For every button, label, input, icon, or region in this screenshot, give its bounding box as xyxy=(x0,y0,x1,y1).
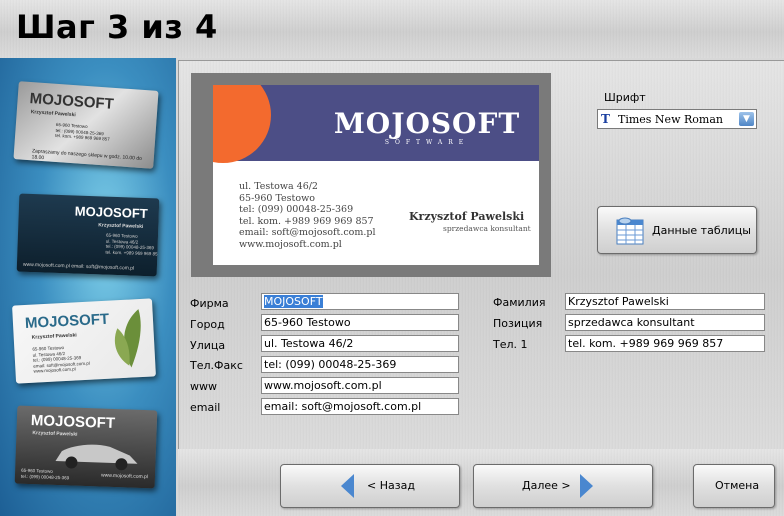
template-thumbnail-3[interactable]: MOJOSOFT Krzysztof Pawelski 65-960 Testo… xyxy=(12,298,156,384)
arrow-left-icon xyxy=(341,474,354,498)
table-data-label: Данные таблицы xyxy=(652,224,751,237)
thumb-name: Krzysztof Pawelski xyxy=(31,332,77,341)
font-select-value: Times New Roman xyxy=(618,113,723,126)
back-button-label: < Назад xyxy=(367,479,415,492)
thumb-footer: www.mojosoft.com.pl xyxy=(100,472,149,481)
card-address-line: 65-960 Testowo xyxy=(239,192,315,204)
card-address-line: ul. Testowa 46/2 xyxy=(239,181,318,192)
back-button[interactable]: < Назад xyxy=(280,464,460,508)
template-thumbnail-2[interactable]: MOJOSOFT Krzysztof Pawelski 65-960 Testo… xyxy=(16,193,160,277)
chevron-down-icon[interactable]: ▼ xyxy=(739,112,754,126)
card-logo-subtitle: SOFTWARE xyxy=(384,139,470,146)
thumb-logo: MOJOSOFT xyxy=(30,412,116,432)
thumb-lines: 65-960 Testowo tel.: (099) 00048-25-369 … xyxy=(55,121,110,142)
phone-fax-field[interactable]: tel: (099) 00048-25-369 xyxy=(261,356,459,373)
phone-1-field[interactable]: tel. kom. +989 969 969 857 xyxy=(565,335,765,352)
main-panel: MOJOSOFT SOFTWARE ul. Testowa 46/2 65-96… xyxy=(178,60,784,449)
thumb-name: Krzysztof Pawelski xyxy=(30,109,76,119)
wizard-header: Шаг 3 из 4 xyxy=(0,0,784,58)
www-field[interactable]: www.mojosoft.com.pl xyxy=(261,377,459,394)
field-label-company: Фирма xyxy=(190,297,229,310)
company-field[interactable]: MOJOSOFT xyxy=(261,293,459,310)
leaf-icon xyxy=(114,309,141,368)
thumb-name: Krzysztof Pawelski xyxy=(98,222,144,230)
wizard-footer: < Назад Далее > Отмена xyxy=(178,449,784,516)
company-field-value: MOJOSOFT xyxy=(264,295,323,308)
thumb-lines: 65-960 Testowo ul. Testowa 46/2 tel.: (0… xyxy=(32,345,90,374)
street-field[interactable]: ul. Testowa 46/2 xyxy=(261,335,459,352)
font-type-icon: T xyxy=(601,112,610,126)
field-label-phone-1: Тел. 1 xyxy=(493,338,528,351)
font-label: Шрифт xyxy=(604,91,646,104)
thumb-logo: MOJOSOFT xyxy=(74,203,148,222)
card-preview-frame: MOJOSOFT SOFTWARE ul. Testowa 46/2 65-96… xyxy=(191,73,551,277)
position-field[interactable]: sprzedawca konsultant xyxy=(565,314,765,331)
cancel-button[interactable]: Отмена xyxy=(693,464,775,508)
city-field[interactable]: 65-960 Testowo xyxy=(261,314,459,331)
step-title: Шаг 3 из 4 xyxy=(16,8,218,46)
surname-field[interactable]: Krzysztof Pawelski xyxy=(565,293,765,310)
thumb-lines: 65-960 Testowo ul. Testowa 46/2 tel.: (0… xyxy=(105,232,160,257)
card-person-position: sprzedawca konsultant xyxy=(443,224,531,233)
card-address-line: email: soft@mojosoft.com.pl xyxy=(239,227,376,238)
template-thumbnail-1[interactable]: MOJOSOFT Krzysztof Pawelski 65-960 Testo… xyxy=(13,81,159,169)
email-field[interactable]: email: soft@mojosoft.com.pl xyxy=(261,398,459,415)
card-logo: MOJOSOFT xyxy=(333,107,521,140)
card-address-line: tel. kom. +989 969 969 857 xyxy=(239,215,374,227)
card-address-line: www.mojosoft.com.pl xyxy=(239,238,342,250)
next-button-label: Далее > xyxy=(522,479,571,492)
field-label-surname: Фамилия xyxy=(493,296,546,309)
template-sidebar: MOJOSOFT Krzysztof Pawelski 65-960 Testo… xyxy=(0,58,176,516)
thumb-footer: Zapraszamy do naszego sklepu w godz. 10.… xyxy=(31,148,143,162)
card-address-block: ul. Testowa 46/2 65-960 Testowo tel: (09… xyxy=(239,181,376,250)
field-label-street: Улица xyxy=(190,339,226,352)
car-icon xyxy=(55,444,138,471)
field-label-phone-fax: Тел.Факс xyxy=(190,359,243,372)
field-label-www: www xyxy=(190,380,217,393)
thumb-logo: MOJOSOFT xyxy=(24,310,110,333)
table-icon xyxy=(616,217,644,245)
card-person-name: Krzysztof Pawelski xyxy=(409,210,525,223)
arrow-right-icon xyxy=(580,474,593,498)
thumb-lines: 65-960 Testowo tel.: (099) 00048-25-369 xyxy=(20,467,70,480)
field-label-email: email xyxy=(190,401,221,414)
cancel-button-label: Отмена xyxy=(715,479,760,492)
next-button[interactable]: Далее > xyxy=(473,464,653,508)
thumb-footer: www.mojosoft.com.pl email: soft@mojosoft… xyxy=(22,261,135,272)
template-thumbnail-4[interactable]: MOJOSOFT Krzysztof Pawelski 65-960 Testo… xyxy=(14,405,158,489)
table-data-button[interactable]: Данные таблицы xyxy=(597,206,757,254)
card-address-line: tel: (099) 00048-25-369 xyxy=(239,204,354,215)
field-label-position: Позиция xyxy=(493,317,543,330)
field-label-city: Город xyxy=(190,318,225,331)
business-card-preview: MOJOSOFT SOFTWARE ul. Testowa 46/2 65-96… xyxy=(213,85,539,265)
font-select[interactable]: T Times New Roman ▼ xyxy=(597,109,757,129)
